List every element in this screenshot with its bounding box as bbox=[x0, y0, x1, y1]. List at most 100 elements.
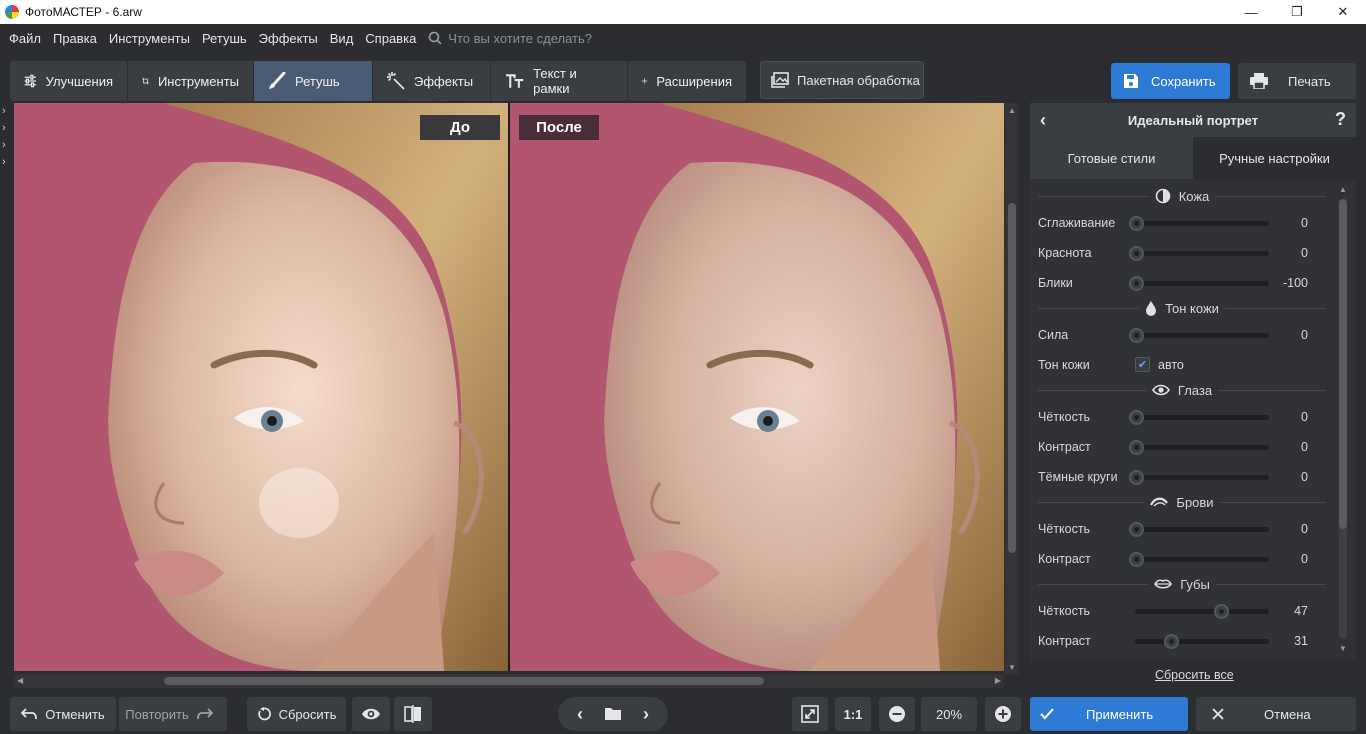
fullscreen-icon bbox=[801, 705, 819, 723]
tab-retouch[interactable]: Ретушь bbox=[254, 61, 373, 101]
cancel-button[interactable]: Отмена bbox=[1196, 697, 1356, 731]
tab-enhancements[interactable]: Улучшения bbox=[10, 61, 128, 101]
slider-brows-contrast[interactable]: Контраст 0 bbox=[1038, 549, 1338, 569]
menu-file[interactable]: Файл bbox=[9, 31, 41, 46]
zoom-in-button[interactable] bbox=[985, 697, 1021, 731]
chevron-right-icon: › bbox=[2, 139, 6, 151]
slider-smoothing[interactable]: Сглаживание 0 bbox=[1038, 213, 1338, 233]
redo-button[interactable]: Повторить bbox=[119, 697, 227, 731]
menu-view[interactable]: Вид bbox=[330, 31, 354, 46]
magic-wand-icon bbox=[387, 72, 405, 90]
chevron-right-icon: › bbox=[2, 122, 6, 134]
slider-knob[interactable] bbox=[1129, 216, 1144, 231]
minimize-button[interactable]: — bbox=[1228, 0, 1274, 24]
slider-knob[interactable] bbox=[1129, 522, 1144, 537]
section-brows: Брови bbox=[1038, 492, 1326, 512]
scroll-up-icon[interactable]: ▲ bbox=[1008, 106, 1016, 115]
save-label: Сохранить bbox=[1151, 73, 1216, 89]
scrollbar-thumb[interactable] bbox=[1008, 203, 1016, 553]
slider-eyes-contrast[interactable]: Контраст 0 bbox=[1038, 437, 1338, 457]
scroll-down-icon[interactable]: ▼ bbox=[1339, 644, 1347, 653]
file-navigation: ‹ › bbox=[558, 697, 668, 731]
folder-icon[interactable] bbox=[604, 707, 622, 721]
tab-presets[interactable]: Готовые стили bbox=[1030, 137, 1193, 179]
menu-retouch[interactable]: Ретушь bbox=[202, 31, 247, 46]
zoom-1-1-button[interactable]: 1:1 bbox=[835, 697, 871, 731]
compare-button[interactable] bbox=[394, 697, 432, 731]
close-button[interactable]: ✕ bbox=[1320, 0, 1366, 24]
tab-manual-settings[interactable]: Ручные настройки bbox=[1193, 137, 1356, 179]
scroll-down-icon[interactable]: ▼ bbox=[1008, 663, 1016, 672]
zoom-out-button[interactable] bbox=[879, 697, 915, 731]
panel-scrollbar[interactable]: ▲ ▼ bbox=[1336, 183, 1350, 655]
tab-label: Инструменты bbox=[157, 73, 239, 89]
lips-icon bbox=[1154, 579, 1173, 589]
zoom-level[interactable]: 20% bbox=[921, 697, 977, 731]
slider-knob[interactable] bbox=[1129, 470, 1144, 485]
slider-redness[interactable]: Краснота 0 bbox=[1038, 243, 1338, 263]
slider-knob[interactable] bbox=[1214, 604, 1229, 619]
slider-dark-circles[interactable]: Тёмные круги 0 bbox=[1038, 467, 1338, 487]
search-input[interactable] bbox=[448, 30, 649, 46]
help-icon[interactable]: ? bbox=[1335, 109, 1346, 130]
slider-knob[interactable] bbox=[1129, 552, 1144, 567]
before-label: До bbox=[420, 115, 500, 140]
viewer-horizontal-scrollbar[interactable]: ◀ ▶ bbox=[14, 674, 1004, 688]
window-title: ФотоМАСТЕР - 6.arw bbox=[25, 5, 142, 19]
section-skin-tone: Тон кожи bbox=[1038, 298, 1326, 318]
photo-before: До bbox=[14, 103, 508, 671]
reset-all-link[interactable]: Сбросить все bbox=[1155, 668, 1234, 682]
save-button[interactable]: Сохранить bbox=[1111, 63, 1230, 99]
menu-edit[interactable]: Правка bbox=[53, 31, 97, 46]
menu-help[interactable]: Справка bbox=[365, 31, 416, 46]
slider-knob[interactable] bbox=[1129, 440, 1144, 455]
slider-knob[interactable] bbox=[1129, 276, 1144, 291]
apply-button[interactable]: Применить bbox=[1030, 697, 1188, 731]
scroll-up-icon[interactable]: ▲ bbox=[1339, 185, 1347, 194]
slider-knob[interactable] bbox=[1129, 410, 1144, 425]
menu-bar: Файл Правка Инструменты Ретушь Эффекты В… bbox=[0, 24, 1366, 52]
scrollbar-thumb[interactable] bbox=[164, 677, 764, 685]
viewer-vertical-scrollbar[interactable]: ▲ ▼ bbox=[1005, 103, 1019, 675]
section-title: Тон кожи bbox=[1165, 300, 1219, 316]
tab-tools[interactable]: Инструменты bbox=[128, 61, 254, 101]
scroll-right-icon[interactable]: ▶ bbox=[995, 676, 1001, 685]
back-arrow-icon[interactable]: ‹ bbox=[1040, 110, 1046, 131]
save-icon bbox=[1124, 74, 1138, 88]
plus-icon bbox=[642, 78, 648, 84]
image-viewer[interactable]: До После bbox=[14, 103, 1004, 671]
slider-knob[interactable] bbox=[1129, 246, 1144, 261]
slider-knob[interactable] bbox=[1129, 328, 1144, 343]
tab-extensions[interactable]: Расширения bbox=[628, 61, 746, 101]
slider-eyes-clarity[interactable]: Чёткость 0 bbox=[1038, 407, 1338, 427]
reset-button[interactable]: Сбросить bbox=[247, 697, 346, 731]
chevron-right-icon: › bbox=[2, 105, 6, 117]
auto-checkbox[interactable]: ✔ bbox=[1135, 357, 1150, 372]
slider-knob[interactable] bbox=[1164, 634, 1179, 649]
fit-to-screen-button[interactable] bbox=[792, 697, 828, 731]
batch-processing-button[interactable]: Пакетная обработка bbox=[760, 61, 924, 99]
text-icon bbox=[505, 74, 524, 88]
slider-brows-clarity[interactable]: Чёткость 0 bbox=[1038, 519, 1338, 539]
undo-button[interactable]: Отменить bbox=[10, 697, 116, 731]
print-button[interactable]: Печать bbox=[1238, 63, 1356, 99]
restore-button[interactable]: ❐ bbox=[1274, 0, 1320, 24]
menu-effects[interactable]: Эффекты bbox=[259, 31, 318, 46]
skin-tone-auto-toggle[interactable]: Тон кожи ✔ авто bbox=[1038, 355, 1338, 375]
tab-effects[interactable]: Эффекты bbox=[373, 61, 491, 101]
menu-tools[interactable]: Инструменты bbox=[109, 31, 190, 46]
scroll-left-icon[interactable]: ◀ bbox=[17, 676, 23, 685]
slider-lips-contrast[interactable]: Контраст 31 bbox=[1038, 631, 1338, 651]
preview-eye-button[interactable] bbox=[352, 697, 390, 731]
next-image-icon[interactable]: › bbox=[628, 704, 664, 725]
slider-strength[interactable]: Сила 0 bbox=[1038, 325, 1338, 345]
section-title: Кожа bbox=[1178, 188, 1210, 204]
tab-text-frames[interactable]: Текст и рамки bbox=[491, 61, 628, 101]
collapsed-side-panel[interactable]: › › › › bbox=[0, 103, 12, 673]
drop-icon bbox=[1146, 301, 1157, 316]
slider-highlights[interactable]: Блики -100 bbox=[1038, 273, 1338, 293]
previous-image-icon[interactable]: ‹ bbox=[562, 704, 598, 725]
scrollbar-thumb[interactable] bbox=[1339, 199, 1347, 529]
slider-lips-clarity[interactable]: Чёткость 47 bbox=[1038, 601, 1338, 621]
section-title: Брови bbox=[1176, 494, 1214, 510]
